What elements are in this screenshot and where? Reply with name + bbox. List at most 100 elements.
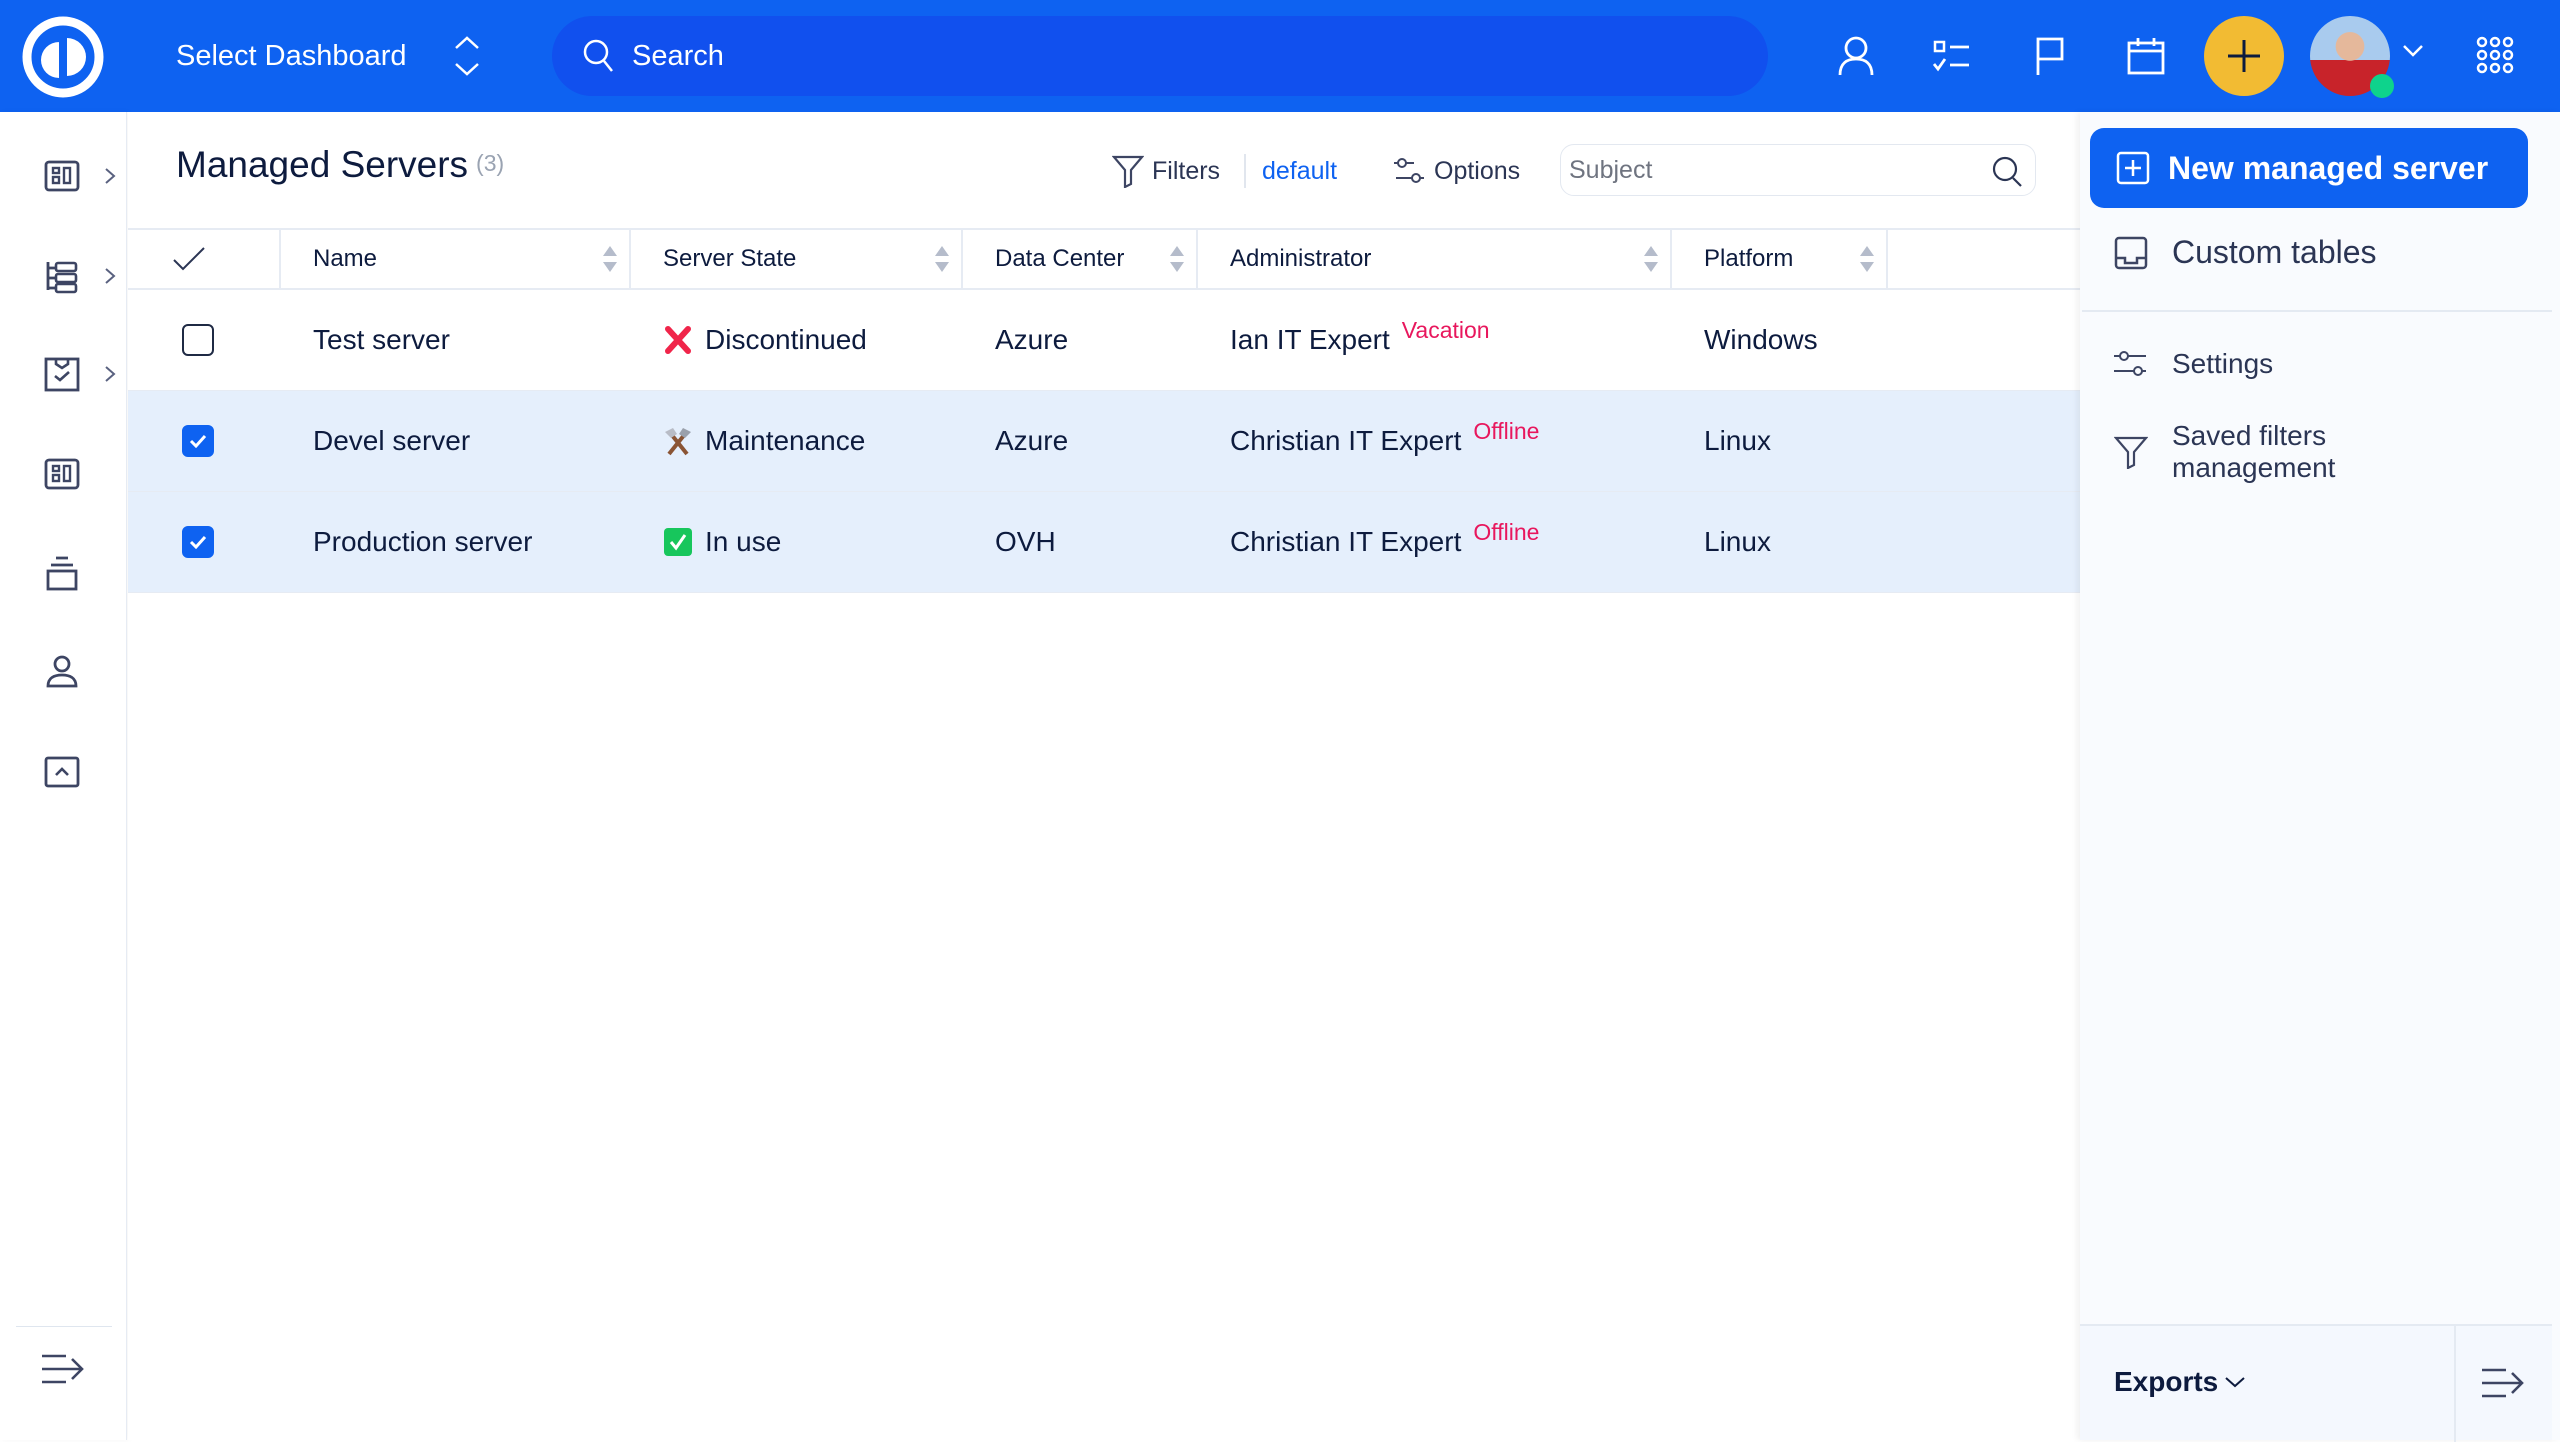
- flag-icon: [2036, 37, 2064, 75]
- new-managed-server-label: New managed server: [2168, 149, 2489, 186]
- exports-dropdown[interactable]: Exports: [2114, 1366, 2246, 1398]
- chevron-down-icon: [2225, 1377, 2245, 1388]
- clipboard-check-icon: [44, 357, 80, 392]
- left-sidebar: [0, 112, 127, 1440]
- search-icon[interactable]: [1991, 155, 2025, 189]
- column-header-label: Platform: [1704, 245, 1794, 272]
- saved-filters-label-line1: Saved filters: [2172, 420, 2327, 451]
- sidebar-item-collapse-section[interactable]: [0, 732, 127, 812]
- options-icon: [1394, 158, 1424, 183]
- plus-icon: [2228, 40, 2260, 72]
- select-all-toggle[interactable]: [128, 230, 281, 288]
- page-title: Managed Servers (3): [176, 144, 504, 186]
- filters-label: Filters: [1152, 156, 1221, 185]
- checkmark-icon: [189, 434, 207, 448]
- footer-separator: [2454, 1326, 2456, 1442]
- sidebar-item-hierarchy[interactable]: [0, 236, 127, 316]
- inbox-tray-icon: [2114, 236, 2148, 269]
- administrator-link[interactable]: Ian IT Expert: [1230, 324, 1390, 356]
- filter-icon: [1112, 155, 1144, 188]
- chevron-right-icon: [105, 168, 116, 184]
- table-header: Name Server State Data Center Administra…: [128, 228, 2080, 290]
- quick-add-button[interactable]: [2204, 16, 2284, 96]
- new-managed-server-button[interactable]: New managed server: [2090, 128, 2528, 208]
- cell-server-state: Maintenance: [631, 391, 865, 491]
- stack-icon: [46, 556, 78, 591]
- cell-data-center: Azure: [995, 425, 1069, 456]
- sort-icon: [1644, 246, 1658, 272]
- tasks-icon: [1932, 40, 1969, 72]
- user-button[interactable]: [1828, 28, 1884, 84]
- cell-name[interactable]: Devel server: [281, 391, 470, 491]
- column-header-name[interactable]: Name: [281, 230, 631, 288]
- checkmark-icon: [189, 535, 207, 549]
- panel-divider: [2082, 310, 2552, 312]
- row-checkbox[interactable]: [182, 324, 214, 356]
- saved-filter-default[interactable]: default: [1262, 146, 1337, 196]
- cell-name[interactable]: Production server: [281, 492, 532, 592]
- apps-grid-icon[interactable]: [2476, 36, 2514, 74]
- logo-icon[interactable]: [22, 16, 104, 98]
- avatar[interactable]: [2310, 16, 2394, 98]
- options-button[interactable]: Options: [1392, 146, 1520, 196]
- column-header-administrator[interactable]: Administrator: [1198, 230, 1672, 288]
- sidebar-divider: [16, 1326, 112, 1327]
- plus-square-icon: [2116, 151, 2150, 185]
- user-icon: [46, 655, 78, 688]
- cross-mark-icon: [663, 325, 693, 355]
- settings-link[interactable]: Settings: [2114, 348, 2273, 380]
- table-row[interactable]: Devel server Maintenance Azure Christian…: [128, 391, 2080, 492]
- online-status-dot: [2370, 74, 2394, 98]
- sidebar-item-archive[interactable]: [0, 534, 127, 614]
- column-header-platform[interactable]: Platform: [1672, 230, 1888, 288]
- main-content: Managed Servers (3) Filters default Optio…: [128, 112, 2080, 1440]
- cell-server-state: Discontinued: [631, 290, 867, 390]
- flag-button[interactable]: [2022, 28, 2078, 84]
- calendar-button[interactable]: [2118, 28, 2174, 84]
- column-header-server-state[interactable]: Server State: [631, 230, 963, 288]
- search-input[interactable]: [632, 39, 1632, 73]
- cell-platform: Linux: [1704, 425, 1771, 456]
- sidebar-item-users[interactable]: [0, 632, 127, 712]
- column-header-label: Data Center: [995, 245, 1125, 272]
- dashboard-selector[interactable]: Select Dashboard: [176, 0, 481, 112]
- table-row[interactable]: Test server Discontinued Azure Ian IT Ex…: [128, 290, 2080, 391]
- right-panel: New managed server Custom tables Setting…: [2080, 112, 2560, 1442]
- hammer-pick-icon: [663, 426, 693, 456]
- custom-tables-link[interactable]: Custom tables: [2114, 234, 2377, 271]
- saved-filters-management-link[interactable]: Saved filters management: [2114, 420, 2335, 484]
- expand-menu-icon[interactable]: [40, 1352, 86, 1386]
- row-checkbox[interactable]: [182, 526, 214, 558]
- row-checkbox[interactable]: [182, 425, 214, 457]
- administrator-link[interactable]: Christian IT Expert: [1230, 425, 1461, 457]
- cell-data-center: OVH: [995, 526, 1056, 557]
- column-header-label: Administrator: [1230, 245, 1372, 272]
- dashboard-icon: [44, 458, 80, 490]
- subject-search[interactable]: [1560, 144, 2036, 196]
- column-header-data-center[interactable]: Data Center: [963, 230, 1198, 288]
- sort-icon: [603, 246, 617, 272]
- filters-button[interactable]: Filters: [1112, 146, 1220, 196]
- table-row[interactable]: Production server In use OVH Christian I…: [128, 492, 2080, 593]
- filter-icon: [2114, 436, 2148, 469]
- collapse-up-icon: [44, 756, 80, 788]
- tasks-button[interactable]: [1924, 28, 1980, 84]
- sidebar-item-dashboards[interactable]: [0, 136, 127, 216]
- checkmark-icon: [173, 247, 205, 271]
- chevron-down-icon[interactable]: [2402, 44, 2424, 58]
- collapse-panel-icon[interactable]: [2480, 1366, 2526, 1400]
- cell-name[interactable]: Test server: [281, 290, 450, 390]
- sidebar-item-boards[interactable]: [0, 434, 127, 514]
- updown-icon: [454, 36, 479, 76]
- sidebar-item-tasks[interactable]: [0, 334, 127, 414]
- user-icon: [1838, 36, 1874, 76]
- subject-input[interactable]: [1569, 155, 1969, 185]
- server-state-label: Discontinued: [705, 324, 867, 355]
- global-search[interactable]: [552, 16, 1768, 96]
- sort-icon: [1170, 246, 1184, 272]
- saved-filters-label-line2: management: [2172, 452, 2336, 483]
- column-header-label: Name: [313, 245, 378, 272]
- administrator-link[interactable]: Christian IT Expert: [1230, 526, 1461, 558]
- custom-tables-label: Custom tables: [2172, 234, 2377, 270]
- sort-icon: [935, 246, 949, 272]
